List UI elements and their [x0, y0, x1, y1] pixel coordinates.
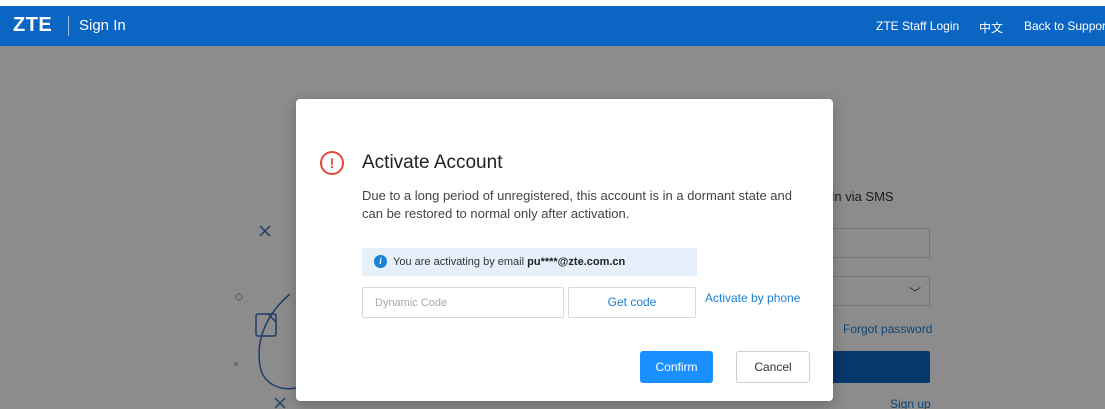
masked-email: pu****@zte.com.cn [527, 256, 626, 268]
get-code-button[interactable]: Get code [568, 287, 696, 318]
email-info-banner: i You are activating by email pu****@zte… [362, 248, 697, 276]
language-switch-link[interactable]: 中文 [979, 19, 1003, 36]
info-prefix: You are activating by email [393, 256, 528, 268]
page-title: Sign In [79, 17, 126, 34]
dialog-description: Due to a long period of unregistered, th… [362, 188, 792, 221]
activate-by-phone-link[interactable]: Activate by phone [705, 291, 800, 305]
warning-circle-icon: ! [320, 151, 344, 175]
dynamic-code-input[interactable] [362, 287, 564, 318]
cancel-button[interactable]: Cancel [736, 351, 810, 383]
top-header: ZTE Sign In ZTE Staff Login 中文 Back to S… [0, 6, 1105, 46]
back-to-support-link[interactable]: Back to Support [1024, 19, 1105, 33]
info-icon: i [374, 255, 387, 268]
info-text: You are activating by email pu****@zte.c… [393, 256, 625, 268]
zte-logo[interactable]: ZTE [13, 14, 52, 37]
confirm-button[interactable]: Confirm [640, 351, 713, 383]
logo-divider [68, 16, 69, 36]
activate-account-dialog: ! Activate Account Due to a long period … [296, 99, 833, 401]
staff-login-link[interactable]: ZTE Staff Login [876, 19, 959, 33]
dialog-title: Activate Account [362, 152, 503, 173]
